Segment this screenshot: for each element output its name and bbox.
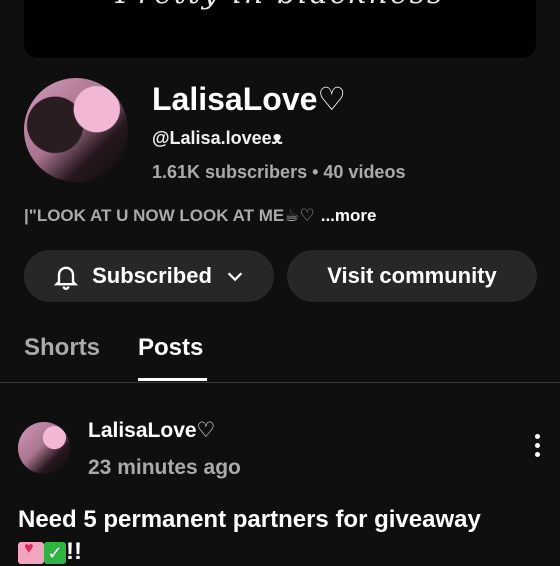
heart-emoji-icon [18,540,44,564]
video-count: 40 videos [323,162,406,182]
channel-banner: Pretty in blackness [24,0,536,58]
tab-posts[interactable]: Posts [138,334,203,362]
post-author-name[interactable]: LalisaLove♡ [88,418,215,443]
subscribed-label: Subscribed [92,263,212,288]
check-emoji-icon: ✓ [44,541,66,564]
post-text: Need 5 permanent partners for giveaway [18,506,481,533]
channel-description[interactable]: |"LOOK AT U NOW LOOK AT ME☕♡ ...more [24,206,376,226]
post-timestamp: 23 minutes ago [88,456,241,479]
post-author-avatar[interactable] [18,422,70,474]
more-link[interactable]: ...more [321,206,377,225]
channel-stats: 1.61K subscribers • 40 videos [152,162,405,183]
tab-shorts[interactable]: Shorts [24,334,100,362]
subscriber-count: 1.61K subscribers [152,162,308,182]
channel-handle: @Lalisa.loveeᴥ [152,128,283,148]
tab-selected-indicator [138,378,207,381]
more-vertical-icon[interactable] [530,434,544,464]
description-text: |"LOOK AT U NOW LOOK AT ME☕♡ [24,206,315,225]
tabs-divider [0,382,560,383]
bell-icon [53,266,79,290]
chevron-down-icon [227,272,243,282]
stats-separator: • [312,162,319,182]
visit-community-label: Visit community [327,263,497,288]
visit-community-button[interactable]: Visit community [287,250,537,302]
channel-avatar[interactable] [24,78,128,182]
channel-name: LalisaLove♡ [152,81,347,117]
post-text-continuation: ✓!! [18,538,82,566]
post-text-suffix: !! [66,538,82,565]
banner-text: Pretty in blackness [24,0,536,11]
subscribed-button[interactable]: Subscribed [24,250,274,302]
